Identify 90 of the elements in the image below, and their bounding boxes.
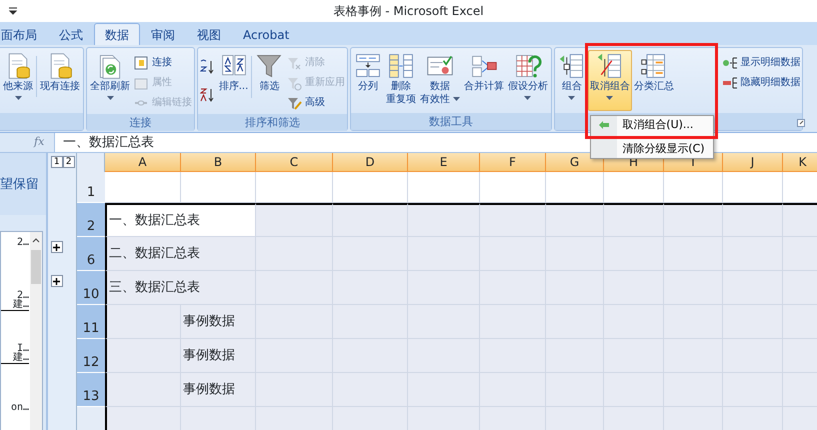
table-cell[interactable]: 二、数据汇总表	[105, 237, 256, 271]
plus-icon	[53, 278, 60, 284]
ungroup-icon	[596, 52, 624, 80]
column-header[interactable]: J	[723, 153, 783, 172]
row-header[interactable]: 6	[77, 237, 105, 271]
row-header[interactable]: 12	[77, 339, 105, 373]
table-cell[interactable]: 事例数据	[181, 373, 256, 407]
funnel-icon	[255, 52, 284, 80]
table-cell[interactable]: 事例数据	[181, 305, 256, 339]
list-item[interactable]: 建…	[1, 298, 29, 311]
ribbon-button[interactable]: 隐藏明细数据	[720, 72, 802, 93]
table-cell[interactable]	[480, 203, 546, 237]
table-cell[interactable]: 一、数据汇总表	[105, 203, 256, 237]
document-icon	[133, 54, 149, 71]
ribbon-tab[interactable]: 面布局	[0, 23, 48, 45]
select-all-button[interactable]	[77, 153, 105, 172]
dialog-launcher-icon	[797, 119, 805, 127]
table-cell[interactable]	[256, 203, 333, 237]
column-header[interactable]: F	[480, 153, 546, 172]
ribbon-button[interactable]: 排序...	[216, 50, 250, 112]
arrow-icon	[598, 121, 609, 129]
sort-descending-icon	[200, 86, 216, 103]
column-header[interactable]: G	[546, 153, 604, 172]
table-cell[interactable]	[723, 203, 783, 237]
ribbon-button[interactable]: 删除 重复项	[384, 50, 418, 111]
column-header[interactable]: C	[256, 153, 333, 172]
outline-level-button[interactable]: 2	[62, 156, 75, 168]
sort-ascending-icon	[200, 58, 216, 75]
row-header[interactable]: 11	[77, 305, 105, 339]
table-cell[interactable]	[783, 203, 817, 237]
hide-detail-icon	[722, 74, 738, 91]
group-label: 排序和筛选	[198, 114, 348, 131]
row-header[interactable]: 13	[77, 373, 105, 407]
menu-item[interactable]: 取消组合(U)...	[590, 116, 713, 134]
column-header[interactable]: E	[408, 153, 480, 172]
ribbon-tab[interactable]: 视图	[186, 23, 232, 45]
column-header[interactable]: D	[333, 153, 408, 172]
subtotal-icon	[640, 52, 668, 80]
list-item[interactable]: 建…	[1, 351, 29, 364]
group-label: 数据工具	[351, 113, 551, 130]
split-columns-icon	[354, 52, 382, 80]
scroll-thumb[interactable]	[31, 250, 41, 284]
ribbon-tab[interactable]: 审阅	[140, 23, 186, 45]
list-item[interactable]: on…	[1, 401, 29, 414]
row-header[interactable]: 10	[77, 271, 105, 305]
table-cell[interactable]	[546, 203, 604, 237]
ribbon-button[interactable]: 组合	[556, 50, 588, 112]
column-header[interactable]: K	[783, 153, 817, 172]
column-header[interactable]: B	[181, 153, 256, 172]
row-header[interactable]: 1	[77, 172, 105, 203]
row-header[interactable]: 2	[77, 203, 105, 237]
expand-button[interactable]	[50, 241, 63, 253]
table-cell[interactable]	[604, 203, 664, 237]
table-cell[interactable]: 事例数据	[181, 339, 256, 373]
outline-level-button[interactable]: 1	[50, 156, 63, 168]
group-label: 连接	[87, 114, 194, 131]
ribbon-button[interactable]: 筛选	[253, 50, 286, 112]
ribbon-button[interactable]: 全部刷新	[88, 50, 132, 112]
scrollbar[interactable]	[30, 232, 42, 430]
dropdown-arrow-icon	[8, 6, 18, 16]
ribbon-button[interactable]: 现有连接	[38, 50, 82, 112]
scroll-up-icon	[32, 237, 40, 243]
expand-button[interactable]	[50, 275, 63, 287]
table-cell[interactable]	[664, 203, 723, 237]
ribbon-tab[interactable]: Acrobat	[232, 23, 300, 45]
table-cell[interactable]	[333, 203, 408, 237]
panel-text: 望保留	[0, 177, 39, 192]
ribbon-button[interactable]: 假设分析	[506, 50, 550, 111]
show-detail-icon	[722, 54, 738, 71]
function-label: fx	[34, 134, 46, 150]
ribbon-button[interactable]: 高级	[285, 92, 346, 113]
ribbon-tab[interactable]: 数据	[94, 23, 140, 45]
ribbon-button[interactable]: 显示明细数据	[720, 52, 802, 73]
table-icon	[387, 52, 416, 80]
ribbon-button[interactable]: 取消组合	[588, 50, 632, 112]
ribbon-button[interactable]: 他来源	[1, 50, 35, 112]
question-icon	[514, 52, 542, 80]
window-title: 表格事例 - Microsoft Excel	[333, 3, 484, 20]
table-cell[interactable]	[408, 203, 480, 237]
ribbon-button[interactable]: 分列	[352, 50, 384, 111]
group-icon	[558, 52, 586, 80]
table-cell[interactable]: 三、数据汇总表	[105, 271, 256, 305]
ribbon-button[interactable]: 分类汇总	[632, 50, 676, 112]
ribbon-button[interactable]: 连接	[132, 52, 193, 73]
plus-icon	[53, 244, 60, 250]
ribbon-tab[interactable]: 公式	[48, 23, 94, 45]
ribbon-button[interactable]: 数据 有效性	[418, 50, 462, 111]
column-header[interactable]: A	[105, 153, 181, 172]
list-item[interactable]: 2…	[1, 236, 29, 249]
ribbon-button[interactable]: 合并计算	[462, 50, 506, 111]
